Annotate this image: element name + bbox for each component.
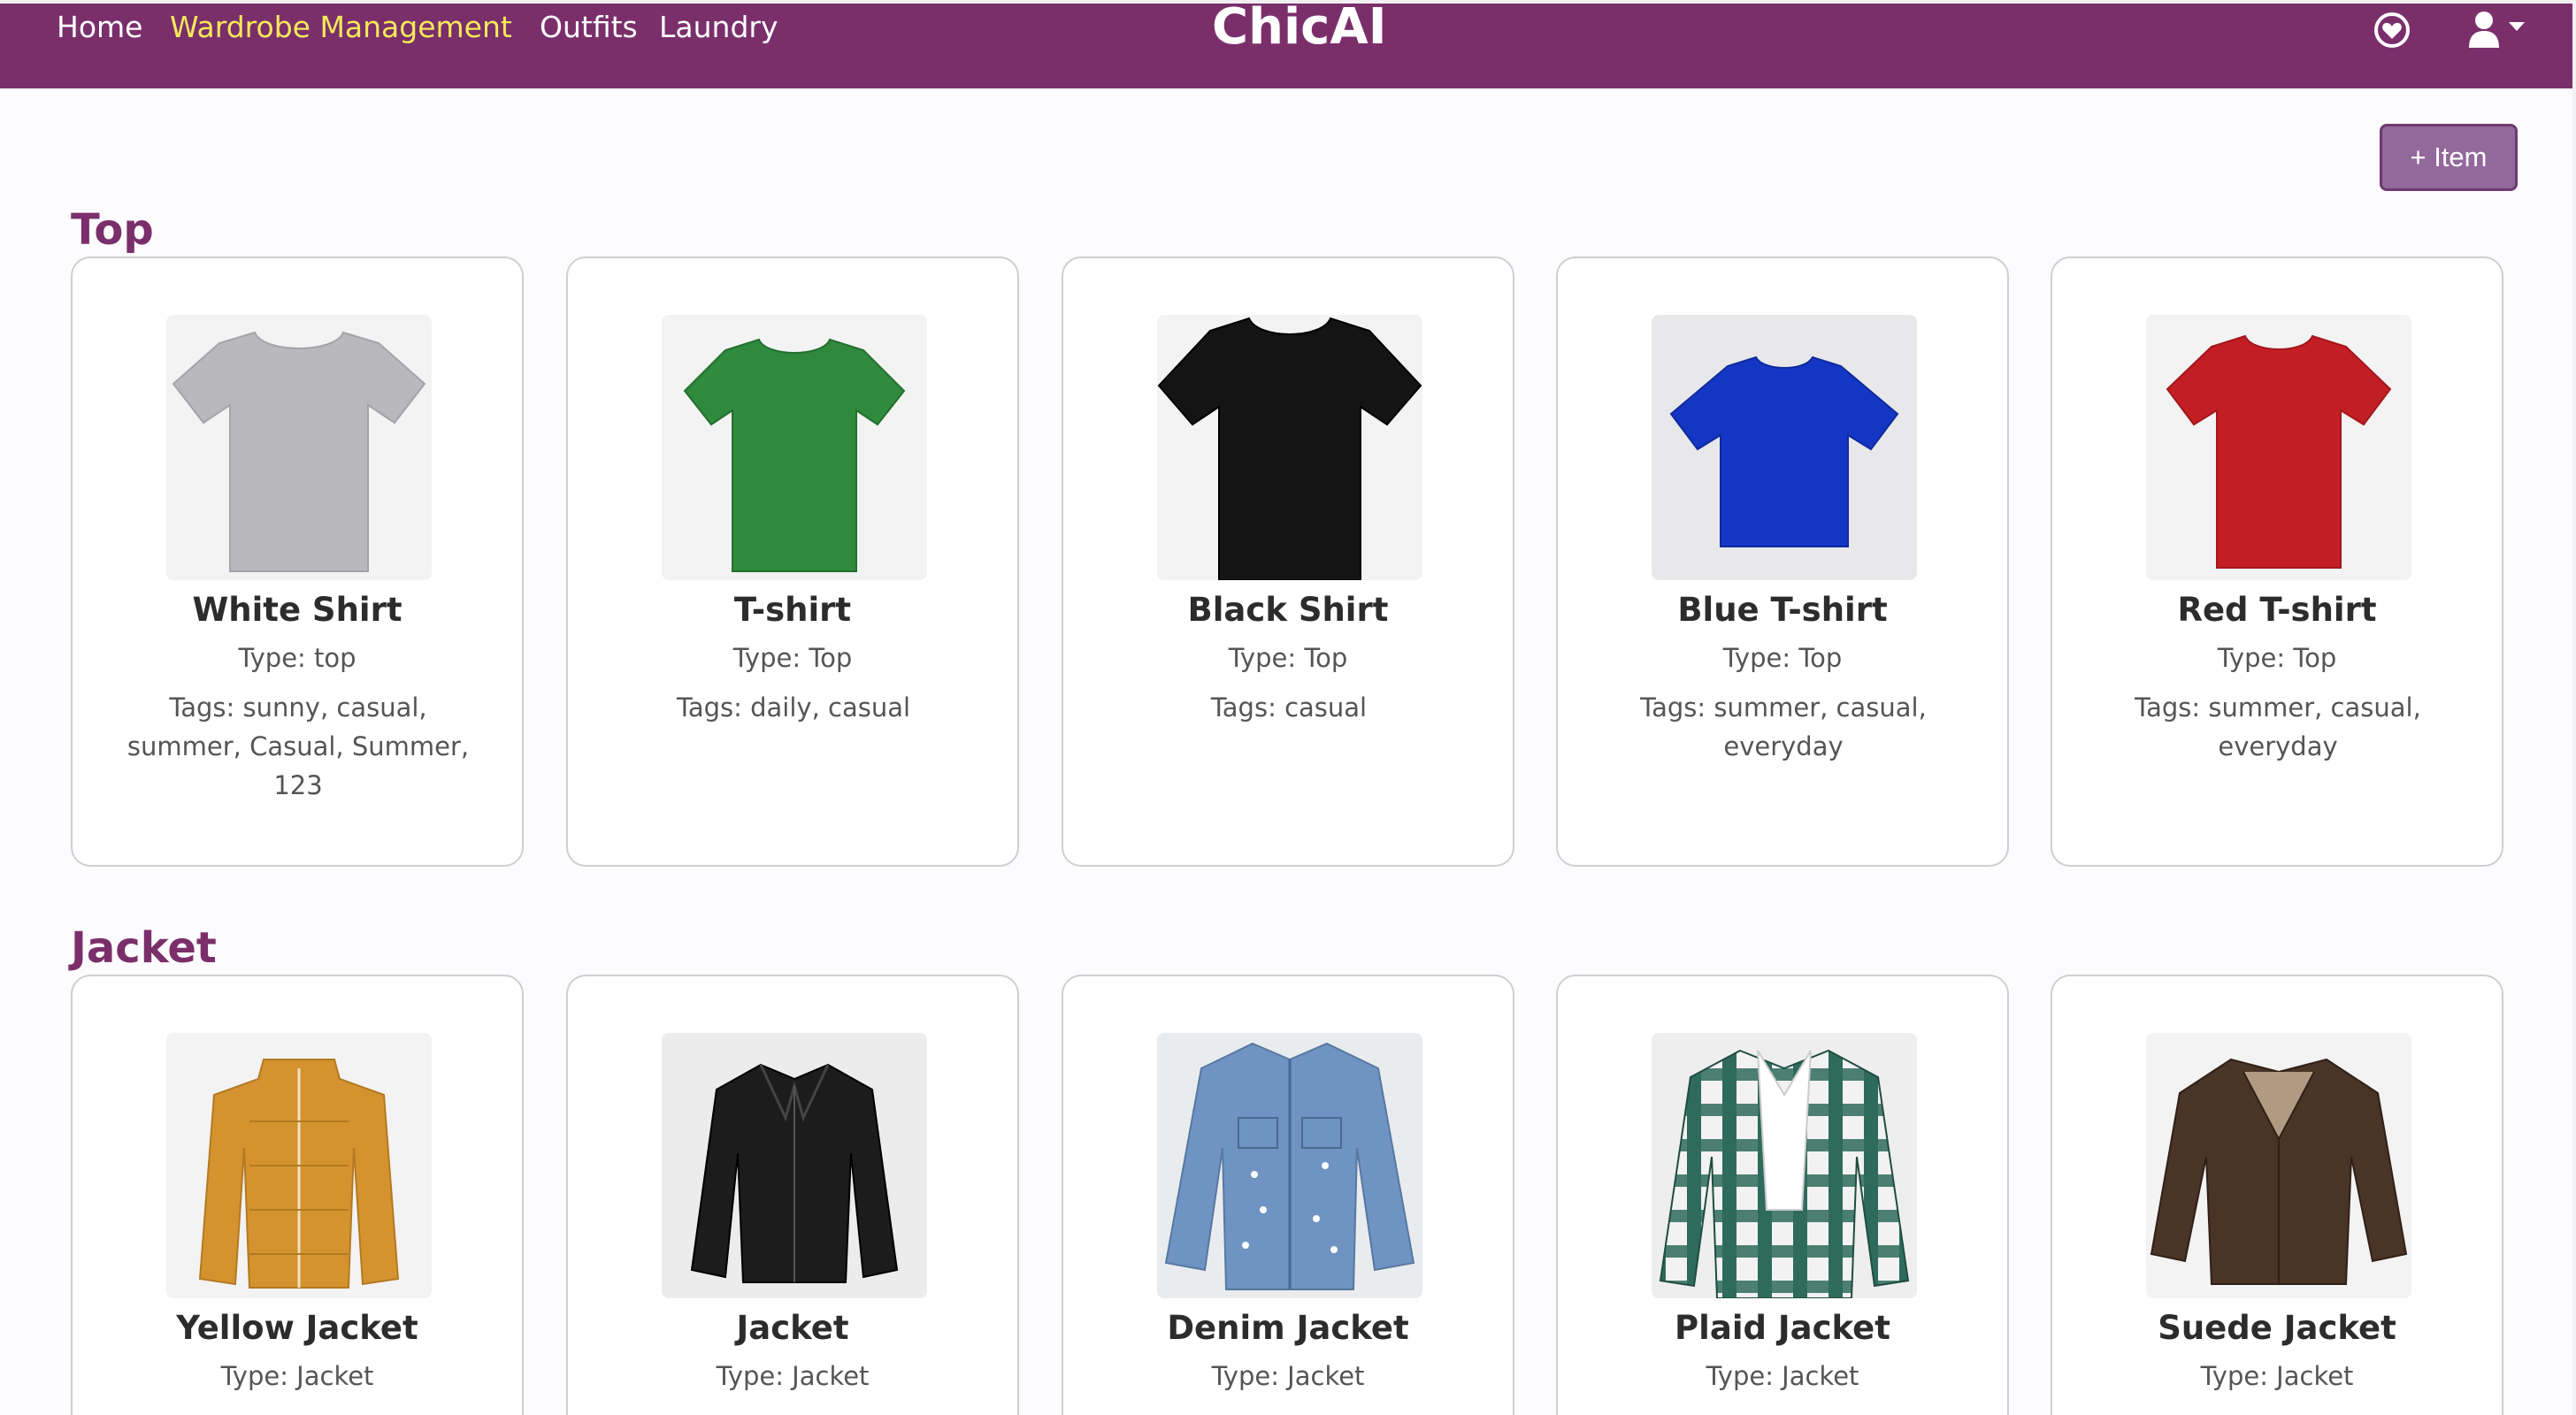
item-card-plaid-jacket[interactable]: Plaid Jacket Type: Jacket	[1556, 975, 2009, 1415]
item-type: Type: Jacket	[1706, 1361, 1859, 1391]
plaid-jacket-icon	[1652, 1033, 1917, 1298]
user-icon[interactable]	[2466, 9, 2502, 50]
nav-link-laundry[interactable]: Laundry	[659, 7, 778, 48]
item-tags: Tags: summer, casual, everyday	[1640, 692, 1927, 761]
item-type: Type: Top	[1722, 643, 1843, 673]
page-scroll-edge	[2572, 0, 2576, 1415]
item-name: Suede Jacket	[2158, 1309, 2396, 1347]
leather-jacket-icon	[662, 1033, 927, 1298]
item-tags: Tags: sunny, casual, summer, Casual, Sum…	[126, 692, 470, 800]
item-name: T-shirt	[733, 591, 852, 629]
item-type: Type: Top	[1228, 643, 1348, 673]
heart-circle-icon[interactable]	[2373, 11, 2411, 50]
item-name: White Shirt	[192, 591, 402, 629]
item-card-jacket[interactable]: Jacket Type: Jacket	[566, 975, 1019, 1415]
item-type: Type: Jacket	[716, 1361, 870, 1391]
suede-jacket-icon	[2146, 1033, 2411, 1298]
add-item-button[interactable]: + Item	[2380, 124, 2518, 191]
item-tags: Tags: daily, casual	[676, 692, 911, 723]
item-name: Blue T-shirt	[1677, 591, 1888, 629]
item-name: Plaid Jacket	[1675, 1309, 1890, 1347]
item-card-yellow-jacket[interactable]: Yellow Jacket Type: Jacket	[71, 975, 524, 1415]
item-card-denim-jacket[interactable]: Denim Jacket Type: Jacket	[1062, 975, 1514, 1415]
item-type: Type: top	[238, 643, 356, 673]
caret-down-icon[interactable]	[2507, 19, 2526, 32]
denim-jacket-icon	[1157, 1033, 1422, 1298]
item-card-black-shirt[interactable]: Black Shirt Type: Top Tags: casual	[1062, 256, 1514, 867]
tshirt-icon	[662, 315, 927, 580]
item-name: Black Shirt	[1187, 591, 1389, 629]
item-name: Red T-shirt	[2177, 591, 2377, 629]
section-title-top: Top	[71, 205, 154, 255]
tshirt-icon	[166, 315, 432, 580]
tshirt-icon	[1652, 315, 1917, 580]
section-title-jacket: Jacket	[71, 923, 217, 973]
item-card-red-t-shirt[interactable]: Red T-shirt Type: Top Tags: summer, casu…	[2051, 256, 2503, 867]
item-name: Denim Jacket	[1167, 1309, 1409, 1347]
item-name: Jacket	[736, 1309, 849, 1347]
item-name: Yellow Jacket	[176, 1309, 418, 1347]
item-type: Type: Jacket	[2200, 1361, 2354, 1391]
nav-link-wardrobe-management[interactable]: Wardrobe Management	[170, 7, 512, 48]
top-navbar: Home Wardrobe Management Outfits Laundry…	[0, 0, 2576, 88]
item-card-blue-t-shirt[interactable]: Blue T-shirt Type: Top Tags: summer, cas…	[1556, 256, 2009, 867]
item-type: Type: Jacket	[1211, 1361, 1365, 1391]
item-card-suede-jacket[interactable]: Suede Jacket Type: Jacket	[2051, 975, 2503, 1415]
item-type: Type: Top	[732, 643, 853, 673]
tshirt-icon	[1157, 315, 1422, 580]
nav-link-home[interactable]: Home	[57, 7, 142, 48]
item-type: Type: Top	[2217, 643, 2337, 673]
item-type: Type: Jacket	[220, 1361, 374, 1391]
tshirt-icon	[2146, 315, 2411, 580]
item-card-white-shirt[interactable]: White Shirt Type: top Tags: sunny, casua…	[71, 256, 524, 867]
puffer-jacket-icon	[166, 1033, 432, 1298]
item-card-t-shirt[interactable]: T-shirt Type: Top Tags: daily, casual	[566, 256, 1019, 867]
nav-link-outfits[interactable]: Outfits	[540, 7, 638, 48]
brand-logo[interactable]: ChicAI	[1212, 0, 1387, 57]
item-tags: Tags: casual	[1210, 692, 1368, 723]
item-tags: Tags: summer, casual, everyday	[2135, 692, 2421, 761]
